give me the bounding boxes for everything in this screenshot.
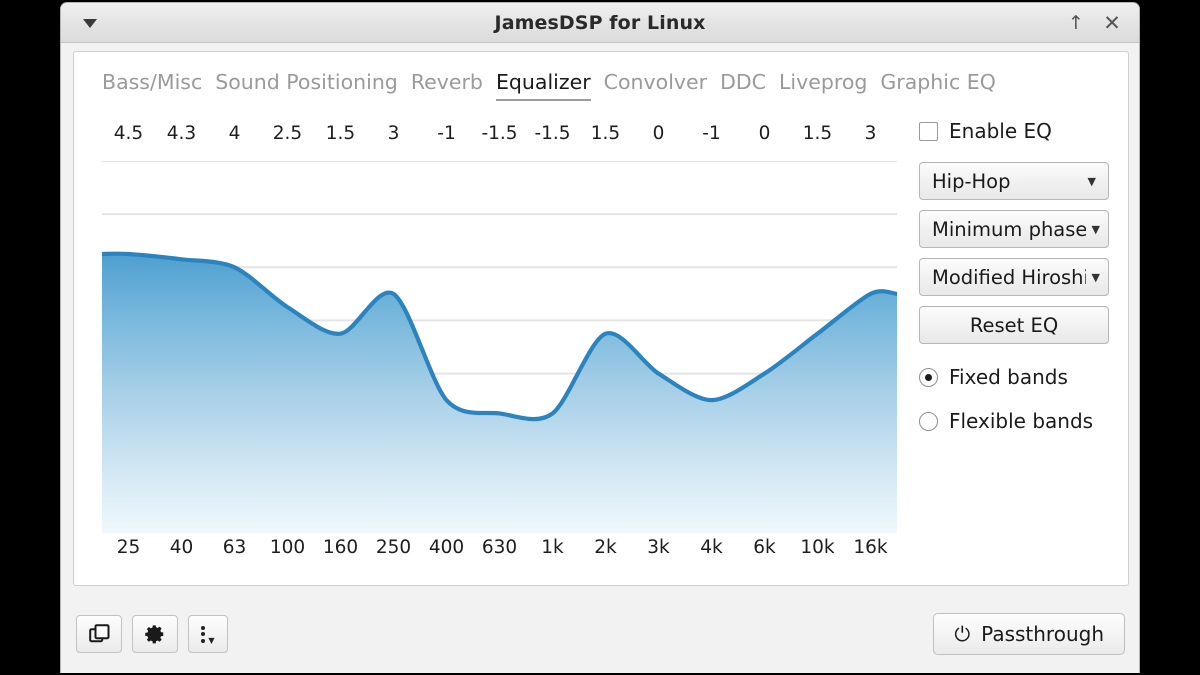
eq-curve-fill: [102, 253, 897, 533]
settings-button[interactable]: [132, 615, 178, 653]
band-frequency-label: 40: [169, 537, 194, 558]
tab-bass-misc[interactable]: Bass/Misc: [102, 70, 202, 101]
radio-icon: [919, 411, 938, 431]
tab-convolver[interactable]: Convolver: [604, 70, 707, 101]
tab-reverb[interactable]: Reverb: [411, 70, 483, 101]
tab-sound-positioning[interactable]: Sound Positioning: [215, 70, 398, 101]
equalizer-graph: 4.5 4.3 4 2.5 1.5 3 -1 -1.5 -1.5 1.5 0 -…: [102, 117, 897, 569]
power-icon: ⏻: [954, 622, 971, 646]
title-bar: JamesDSP for Linux ↑ ✕: [61, 3, 1139, 43]
preset-dropdown[interactable]: Hip-Hop ▼: [919, 162, 1109, 200]
band-frequency-label: 25: [116, 537, 141, 558]
passthrough-button[interactable]: ⏻ Passthrough: [933, 613, 1125, 655]
more-options-button[interactable]: ▼: [188, 615, 228, 653]
arrow-up-icon[interactable]: ↑: [1061, 3, 1091, 43]
band-gain-value[interactable]: 1.5: [314, 117, 367, 157]
eq-response-plot[interactable]: [102, 161, 897, 533]
window-title: JamesDSP for Linux: [494, 12, 706, 34]
chevron-down-icon: ▼: [1091, 222, 1100, 236]
band-gain-value[interactable]: 0: [632, 117, 685, 157]
reset-eq-button[interactable]: Reset EQ: [919, 306, 1109, 344]
tab-bar: Bass/Misc Sound Positioning Reverb Equal…: [102, 70, 996, 101]
band-frequency-label: 1k: [541, 537, 564, 558]
band-frequency-label: 400: [428, 537, 465, 558]
tab-graphic-eq[interactable]: Graphic EQ: [880, 70, 995, 101]
preset-value: Hip-Hop: [932, 169, 1011, 193]
application-window: JamesDSP for Linux ↑ ✕ Bass/Misc Sound P…: [60, 2, 1140, 673]
band-gain-value[interactable]: 4.5: [102, 117, 155, 157]
radio-flexible-bands-label: Flexible bands: [949, 409, 1094, 433]
chevron-down-icon: ▼: [1091, 270, 1100, 284]
band-gain-value[interactable]: 4.3: [155, 117, 208, 157]
radio-fixed-bands-label: Fixed bands: [949, 365, 1068, 389]
band-frequency-labels: 25 40 63 100 160 250 400 630 1k 2k 3k 4k…: [102, 531, 897, 569]
enable-eq-label: Enable EQ: [949, 119, 1052, 143]
band-frequency-label: 250: [375, 537, 412, 558]
band-gain-value[interactable]: -1.5: [526, 117, 579, 157]
band-gain-value[interactable]: 1.5: [579, 117, 632, 157]
tab-ddc[interactable]: DDC: [720, 70, 766, 101]
copy-icon: [88, 623, 109, 642]
enable-eq-checkbox[interactable]: Enable EQ: [919, 118, 1109, 144]
content-panel: Bass/Misc Sound Positioning Reverb Equal…: [73, 51, 1129, 586]
band-frequency-label: 160: [322, 537, 359, 558]
equalizer-controls: Enable EQ Hip-Hop ▼ Minimum phase ▼ Modi…: [919, 118, 1109, 450]
band-gain-value[interactable]: 1.5: [791, 117, 844, 157]
interpolation-dropdown[interactable]: Modified Hiroshi ▼: [919, 258, 1109, 296]
gear-icon: [145, 625, 164, 644]
band-frequency-label: 3k: [647, 537, 670, 558]
close-icon[interactable]: ✕: [1097, 3, 1127, 43]
band-gain-value[interactable]: 2.5: [261, 117, 314, 157]
radio-icon: [919, 367, 938, 387]
chevron-down-icon: ▼: [1087, 174, 1096, 188]
checkbox-icon: [919, 121, 938, 141]
radio-flexible-bands[interactable]: Flexible bands: [919, 406, 1109, 436]
bottom-toolbar: ▼ ⏻ Passthrough: [61, 595, 1139, 673]
band-frequency-label: 100: [269, 537, 306, 558]
phase-value: Minimum phase: [932, 217, 1086, 241]
radio-fixed-bands[interactable]: Fixed bands: [919, 362, 1109, 392]
tab-equalizer[interactable]: Equalizer: [495, 70, 591, 101]
duplicate-button[interactable]: [76, 615, 122, 653]
band-gain-value[interactable]: -1.5: [473, 117, 526, 157]
band-frequency-label: 630: [481, 537, 518, 558]
tab-liveprog[interactable]: Liveprog: [779, 70, 867, 101]
band-gain-value[interactable]: 3: [367, 117, 420, 157]
band-gain-value[interactable]: -1: [420, 117, 473, 157]
band-gain-value[interactable]: 4: [208, 117, 261, 157]
phase-dropdown[interactable]: Minimum phase ▼: [919, 210, 1109, 248]
interpolation-value: Modified Hiroshi: [932, 265, 1086, 289]
band-frequency-label: 16k: [853, 537, 888, 558]
chevron-down-icon: ▼: [208, 635, 215, 645]
band-gain-values: 4.5 4.3 4 2.5 1.5 3 -1 -1.5 -1.5 1.5 0 -…: [102, 117, 897, 157]
band-frequency-label: 10k: [800, 537, 835, 558]
band-frequency-label: 63: [222, 537, 247, 558]
band-gain-value[interactable]: 3: [844, 117, 897, 157]
band-frequency-label: 2k: [594, 537, 617, 558]
passthrough-label: Passthrough: [981, 622, 1104, 646]
three-dots-icon: [201, 625, 206, 643]
band-frequency-label: 6k: [753, 537, 776, 558]
band-gain-value[interactable]: 0: [738, 117, 791, 157]
band-frequency-label: 4k: [700, 537, 723, 558]
band-gain-value[interactable]: -1: [685, 117, 738, 157]
